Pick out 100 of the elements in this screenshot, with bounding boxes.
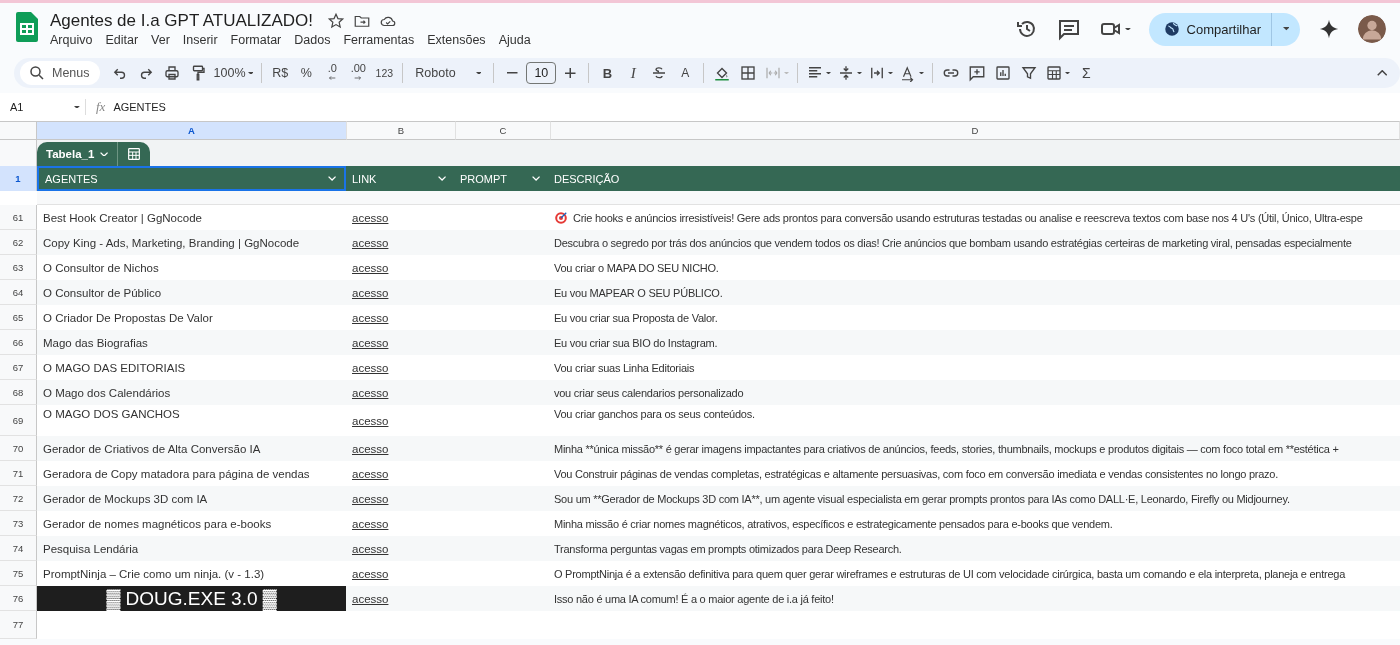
- link[interactable]: acesso: [352, 236, 389, 249]
- link[interactable]: acesso: [352, 442, 389, 455]
- row-number[interactable]: 62: [0, 230, 37, 255]
- link[interactable]: acesso: [352, 386, 389, 399]
- sheets-logo-icon[interactable]: [16, 12, 38, 42]
- table-cell-text: Vou criar ganchos para os seus conteúdos.: [554, 408, 755, 420]
- link[interactable]: acesso: [352, 261, 389, 274]
- table-cell-text: Vou criar o MAPA DO SEU NICHO.: [554, 261, 719, 274]
- table-cell-text: O MAGO DOS GANCHOS: [43, 408, 180, 420]
- link[interactable]: acesso: [352, 311, 389, 324]
- globe-icon: [1162, 20, 1181, 38]
- increase-decimals-button[interactable]: .00: [346, 61, 371, 85]
- link[interactable]: acesso: [352, 414, 389, 427]
- menu-item[interactable]: Ajuda: [498, 33, 531, 47]
- row-number[interactable]: 67: [0, 355, 37, 380]
- zoom-dropdown[interactable]: 100%: [211, 61, 256, 85]
- link[interactable]: acesso: [352, 517, 389, 530]
- table-icon: [125, 146, 142, 162]
- share-button[interactable]: Compartilhar: [1148, 12, 1272, 46]
- row-number[interactable]: 77: [0, 611, 37, 639]
- document-title[interactable]: Agentes de I.a GPT ATUALIZADO!: [50, 11, 313, 31]
- table-cell-text: Eu vou criar sua BIO do Instagram.: [554, 336, 718, 349]
- menu-item[interactable]: Ferramentas: [343, 33, 415, 47]
- row-number[interactable]: 68: [0, 380, 37, 405]
- text-color-button[interactable]: A: [673, 61, 698, 85]
- menu-item[interactable]: Dados: [294, 33, 331, 47]
- caret-icon: [857, 71, 863, 75]
- link[interactable]: acesso: [352, 492, 389, 505]
- formula-input[interactable]: AGENTES: [113, 101, 166, 113]
- menu-item[interactable]: Ver: [151, 33, 170, 47]
- row-number[interactable]: 66: [0, 330, 37, 355]
- link[interactable]: acesso: [352, 361, 389, 374]
- row-number[interactable]: 75: [0, 561, 37, 586]
- row-number[interactable]: 73: [0, 511, 37, 536]
- link[interactable]: acesso: [352, 592, 389, 605]
- decrease-decimals-button[interactable]: .0: [320, 61, 345, 85]
- row-number[interactable]: 69: [0, 405, 37, 436]
- caret-icon: [784, 71, 790, 75]
- table-cell-text: Transforma perguntas vagas em prompts otimizados para Deep Research.: [554, 542, 902, 555]
- column-heading[interactable]: DESCRIÇÃO: [548, 166, 1400, 191]
- column-heading[interactable]: PROMPT: [454, 166, 548, 191]
- row-number[interactable]: 61: [0, 205, 37, 230]
- row-number[interactable]: 65: [0, 305, 37, 330]
- link[interactable]: acesso: [352, 336, 389, 349]
- row-number[interactable]: 1: [0, 166, 37, 191]
- column-header[interactable]: C: [456, 121, 551, 140]
- caret-icon: [888, 71, 894, 75]
- row-number[interactable]: 63: [0, 255, 37, 280]
- currency-format-button[interactable]: R$: [268, 61, 293, 85]
- row-number[interactable]: 71: [0, 461, 37, 486]
- italic-button[interactable]: I: [621, 61, 646, 85]
- link[interactable]: acesso: [352, 211, 389, 224]
- caret-icon: [247, 71, 254, 75]
- chevron-down-icon[interactable]: [437, 176, 446, 181]
- table-cell-text: Gerador de Mockups 3D com IA: [43, 492, 208, 505]
- menu-search-field[interactable]: Menus: [20, 61, 100, 85]
- caret-icon: [826, 71, 832, 75]
- percent-format-button[interactable]: %: [294, 61, 319, 85]
- caret-icon: [475, 71, 482, 75]
- column-heading[interactable]: LINK: [346, 166, 454, 191]
- table-name-button[interactable]: Tabela_1: [37, 142, 118, 166]
- menu-item[interactable]: Inserir: [182, 33, 218, 47]
- menu-item[interactable]: Editar: [105, 33, 139, 47]
- font-size-field[interactable]: 10: [526, 62, 557, 84]
- number-format-button[interactable]: 123: [372, 61, 397, 85]
- chevron-down-icon[interactable]: [327, 176, 336, 181]
- avatar[interactable]: [1358, 15, 1386, 43]
- link[interactable]: acesso: [352, 467, 389, 480]
- menu-item[interactable]: Formatar: [230, 33, 282, 47]
- link[interactable]: acesso: [352, 567, 389, 580]
- link[interactable]: acesso: [352, 286, 389, 299]
- functions-button[interactable]: Σ: [1074, 61, 1099, 85]
- row-number[interactable]: 74: [0, 536, 37, 561]
- table-cell-text: O PromptNinja é a extensão definitiva para quem quer gerar wireframes e estruturas de UI com velocidade cirúrgica, basta um comando e ela interpreta, planeja e entrega: [554, 567, 1346, 580]
- caret-icon[interactable]: [74, 105, 80, 109]
- table-name-tab[interactable]: Tabela_1: [37, 142, 150, 166]
- filter-icon: [1020, 64, 1039, 82]
- table-cell-text: Minha missão é criar nomes magnéticos, atrativos, específicos e estrategicamente pensados para e-books que vendem.: [554, 517, 1113, 530]
- bold-button[interactable]: B: [595, 61, 620, 85]
- menu-item[interactable]: Arquivo: [50, 33, 93, 47]
- name-box[interactable]: A1: [10, 101, 24, 113]
- collapse-toolbar-icon: [1376, 70, 1388, 76]
- column-heading[interactable]: AGENTES: [37, 166, 346, 191]
- row-number[interactable]: 64: [0, 280, 37, 305]
- row-number[interactable]: 72: [0, 486, 37, 511]
- link[interactable]: acesso: [352, 542, 389, 555]
- caret-icon: [919, 71, 925, 75]
- menu-item[interactable]: Extensões: [427, 33, 486, 47]
- column-header[interactable]: A: [37, 121, 347, 140]
- column-header[interactable]: B: [347, 121, 456, 140]
- chevron-down-icon[interactable]: [531, 176, 540, 181]
- comments-icon[interactable]: [1056, 17, 1081, 41]
- borders-icon: [739, 64, 758, 82]
- row-number[interactable]: 70: [0, 436, 37, 461]
- row-number[interactable]: 76: [0, 586, 37, 611]
- table-cell-text: Crie hooks e anúncios irresistíveis! Gere ads prontos para conversão usando estruturas testadas ou analise e reescreva textos com base nos 4 U's (Útil, Único, Ultra-espe: [573, 211, 1363, 224]
- column-header[interactable]: D: [551, 121, 1400, 140]
- star-icon[interactable]: [327, 12, 345, 30]
- font-dropdown[interactable]: Roboto: [409, 61, 488, 85]
- table-cell-text: Copy King - Ads, Marketing, Branding | GgNocode: [43, 236, 300, 249]
